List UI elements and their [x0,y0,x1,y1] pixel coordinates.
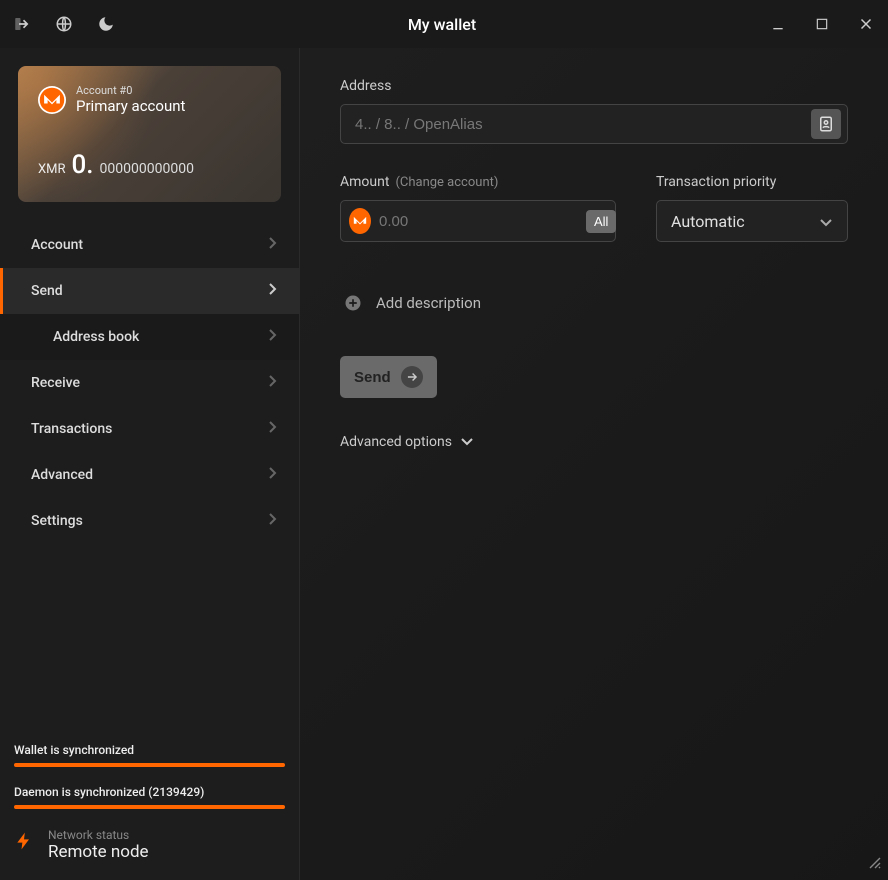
chevron-down-icon [460,434,474,450]
network-status[interactable]: Network status Remote node [14,827,285,862]
balance-currency: XMR [38,162,66,177]
wallet-sync-bar [14,763,285,767]
chevron-right-icon [267,466,277,484]
nav-address-book[interactable]: Address book [0,314,299,360]
chevron-down-icon [819,212,833,231]
chevron-right-icon [267,512,277,530]
add-description-button[interactable]: Add description [340,294,848,312]
globe-icon[interactable] [54,14,74,34]
logout-icon[interactable] [12,14,32,34]
amount-input-wrap: All [340,200,616,242]
network-status-value: Remote node [48,842,149,862]
nav-transactions[interactable]: Transactions [0,406,299,452]
chevron-right-icon [267,236,277,254]
all-button[interactable]: All [586,210,616,233]
daemon-sync-bar [14,805,285,809]
bolt-icon [14,827,34,862]
advanced-options-toggle[interactable]: Advanced options [340,434,848,450]
send-button-label: Send [354,369,391,386]
amount-input[interactable] [379,213,578,230]
nav-settings[interactable]: Settings [0,498,299,544]
priority-label: Transaction priority [656,174,848,190]
moon-icon[interactable] [96,14,116,34]
address-input[interactable] [355,116,811,133]
advanced-options-label: Advanced options [340,434,452,450]
daemon-sync-status: Daemon is synchronized (2139429) [14,785,285,799]
maximize-button[interactable] [812,14,832,34]
chevron-right-icon [267,374,277,392]
nav-account[interactable]: Account [0,222,299,268]
close-button[interactable] [856,14,876,34]
address-label: Address [340,78,848,94]
chevron-right-icon [267,282,277,300]
change-account-link[interactable]: (Change account) [395,175,498,190]
monero-logo-icon [38,86,66,114]
nav-advanced[interactable]: Advanced [0,452,299,498]
balance-decimal: 000000000000 [100,161,194,177]
monero-icon [349,208,371,234]
send-button[interactable]: Send [340,356,437,398]
account-card[interactable]: Account #0 Primary account XMR 0. 000000… [18,66,281,202]
account-name: Primary account [76,97,185,115]
nav-label: Transactions [31,421,112,437]
plus-circle-icon [344,294,362,312]
nav-label: Send [31,283,63,299]
amount-label: Amount [340,174,389,190]
add-description-label: Add description [376,294,481,312]
chevron-right-icon [267,420,277,438]
priority-value: Automatic [671,212,745,231]
nav-label: Receive [31,375,80,391]
account-number: Account #0 [76,84,185,97]
nav-receive[interactable]: Receive [0,360,299,406]
nav-label: Account [31,237,83,253]
address-book-button[interactable] [811,109,841,139]
nav-label: Address book [53,329,139,345]
wallet-sync-status: Wallet is synchronized [14,743,285,757]
minimize-button[interactable] [768,14,788,34]
chevron-right-icon [267,328,277,346]
network-status-label: Network status [48,828,149,842]
arrow-right-circle-icon [401,366,423,388]
window-title: My wallet [116,15,768,34]
resize-handle-icon[interactable] [868,855,882,874]
nav-label: Advanced [31,467,93,483]
balance-integer: 0. [72,150,94,180]
address-input-wrap [340,104,848,144]
priority-select[interactable]: Automatic [656,200,848,242]
nav-send[interactable]: Send [0,268,299,314]
balance-display: XMR 0. 000000000000 [38,150,194,180]
nav-label: Settings [31,513,83,529]
